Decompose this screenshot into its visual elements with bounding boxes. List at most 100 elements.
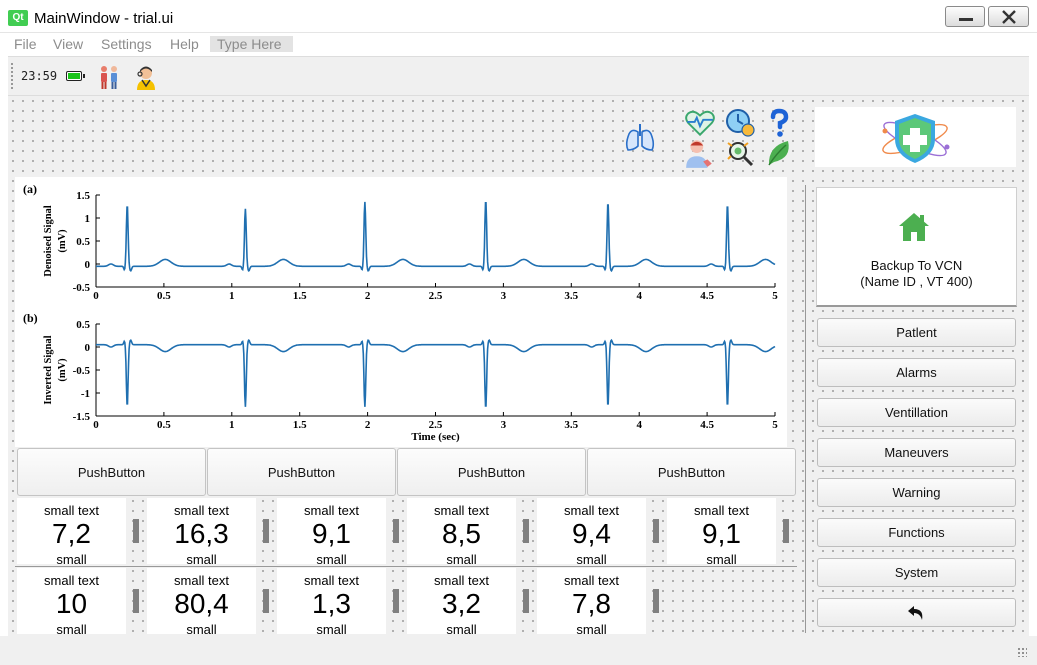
y-tick-label: -1.5 <box>73 411 91 423</box>
size-grip[interactable] <box>1017 647 1027 657</box>
y-tick-label: 0 <box>85 259 91 271</box>
minimize-button[interactable] <box>945 6 985 27</box>
tile-bar-6 <box>783 519 789 543</box>
backup-title: Backup To VCN <box>870 258 963 273</box>
tile-value: 9,1 <box>702 518 741 549</box>
search-virus-icon[interactable] <box>724 138 756 168</box>
tile-value: 10 <box>55 588 88 619</box>
toolbar-grip[interactable] <box>11 63 13 89</box>
tile-unit: small <box>706 552 737 567</box>
tile-label: small text <box>174 503 229 518</box>
y-tick-label: 1.5 <box>76 190 90 202</box>
y-tick-label: 0 <box>85 342 91 354</box>
tile-label: small text <box>694 503 749 518</box>
tile-bar-5 <box>653 519 659 543</box>
close-button[interactable] <box>988 6 1029 27</box>
push-button-2[interactable]: PushButton <box>207 448 396 496</box>
tile-unit: small <box>56 552 87 567</box>
battery-icon[interactable] <box>66 71 85 81</box>
tile-label: small text <box>304 503 359 518</box>
value-tile-3: small text 9,1 small <box>277 498 386 567</box>
clock-icon[interactable] <box>724 108 756 138</box>
tile-value: 9,1 <box>312 518 351 549</box>
ecg-chart-svg: 1.510.50-0.50 0.5 1 1.5 2 2.5 3 3.5 4 4.5 5(a)Deno… <box>23 182 778 443</box>
y-tick-label: -0.5 <box>73 282 91 294</box>
y-axis-unit: (mV) <box>57 229 68 253</box>
x-tick-label: 4.5 <box>700 290 714 302</box>
panel-label: (a) <box>23 182 37 196</box>
value-tile-11: small text 7,8 small <box>537 568 646 637</box>
x-tick-label: 0 <box>93 419 99 431</box>
alarms-button[interactable]: Alarms <box>817 358 1016 387</box>
patient-button[interactable]: Patlent <box>817 318 1016 347</box>
heart-monitor-icon[interactable] <box>684 108 716 138</box>
tile-value: 16,3 <box>174 518 229 549</box>
push-button-3[interactable]: PushButton <box>397 448 586 496</box>
value-tile-10: small text 3,2 small <box>407 568 516 637</box>
menu-help[interactable]: Help <box>170 36 199 52</box>
x-tick-label: 2 <box>365 419 371 431</box>
x-tick-label: 3 <box>501 419 507 431</box>
menu-settings[interactable]: Settings <box>101 36 152 52</box>
y-axis-label: Denoised Signal <box>43 205 54 277</box>
family-icon[interactable] <box>96 64 122 90</box>
help-icon[interactable] <box>763 108 795 138</box>
menu-bar: File View Settings Help Type Here <box>8 33 1029 55</box>
value-tile-4: small text 8,5 small <box>407 498 516 567</box>
y-axis-label: Inverted Signal <box>43 335 54 404</box>
menu-file[interactable]: File <box>14 36 37 52</box>
x-tick-label: 1.5 <box>293 419 307 431</box>
doctor-icon[interactable] <box>133 64 159 90</box>
x-tick-label: 5 <box>772 419 778 431</box>
leaf-icon[interactable] <box>763 138 795 168</box>
tile-bar-8 <box>263 589 269 613</box>
push-button-4[interactable]: PushButton <box>587 448 796 496</box>
x-tick-label: 2.5 <box>429 290 443 302</box>
ecg-chart: 1.5 1 0.5 0 -0.5 0 0.5 1 1.5 2 2.5 3 3.5 4 4.5 5 (a) Deno… <box>15 177 787 447</box>
tile-bar-3 <box>393 519 399 543</box>
warning-button[interactable]: Warning <box>817 478 1016 507</box>
back-button[interactable] <box>817 598 1016 627</box>
value-tile-2: small text 16,3 small <box>147 498 256 567</box>
tile-unit: small <box>446 622 477 637</box>
tile-bar-2 <box>263 519 269 543</box>
toolbar: 23:59 <box>8 56 1029 96</box>
tile-unit: small <box>56 622 87 637</box>
tile-value: 7,2 <box>52 518 91 549</box>
backup-subtitle: (Name ID , VT 400) <box>860 274 973 289</box>
y-tick-label: 1 <box>85 213 91 225</box>
title-bar: Qt MainWindow - trial.ui <box>0 0 1037 33</box>
x-tick-label: 4.5 <box>700 419 714 431</box>
menu-view[interactable]: View <box>53 36 83 52</box>
clock-display: 23:59 <box>21 69 58 83</box>
x-tick-label: 2 <box>365 290 371 302</box>
push-button-1[interactable]: PushButton <box>17 448 206 496</box>
x-tick-label: 1.5 <box>293 290 307 302</box>
patient-icon[interactable] <box>684 138 716 168</box>
tile-bar-7 <box>133 589 139 613</box>
lungs-icon[interactable] <box>624 122 656 152</box>
tile-label: small text <box>44 573 99 588</box>
value-tile-1: small text 7,2 small <box>17 498 126 567</box>
x-tick-label: 3.5 <box>564 419 578 431</box>
y-tick-label: -1 <box>81 388 90 400</box>
sidebar-divider <box>805 185 806 633</box>
shield-medical-icon <box>882 114 950 163</box>
tile-value: 3,2 <box>442 588 481 619</box>
tile-unit: small <box>186 622 217 637</box>
tile-value: 7,8 <box>572 588 611 619</box>
backup-panel[interactable]: Backup To VCN (Name ID , VT 400) <box>816 187 1017 307</box>
window-title: MainWindow - trial.ui <box>34 10 174 27</box>
y-axis-unit: (mV) <box>57 358 68 382</box>
tile-value: 9,4 <box>572 518 611 549</box>
tile-unit: small <box>316 622 347 637</box>
ventilation-button[interactable]: Ventillation <box>817 398 1016 427</box>
tile-unit: small <box>576 622 607 637</box>
value-tile-5: small text 9,4 small <box>537 498 646 567</box>
logo-panel <box>815 107 1016 167</box>
undo-arrow-icon <box>908 606 923 620</box>
functions-button[interactable]: Functions <box>817 518 1016 547</box>
system-button[interactable]: System <box>817 558 1016 587</box>
menu-type-here[interactable]: Type Here <box>210 36 293 52</box>
maneuvers-button[interactable]: Maneuvers <box>817 438 1016 467</box>
